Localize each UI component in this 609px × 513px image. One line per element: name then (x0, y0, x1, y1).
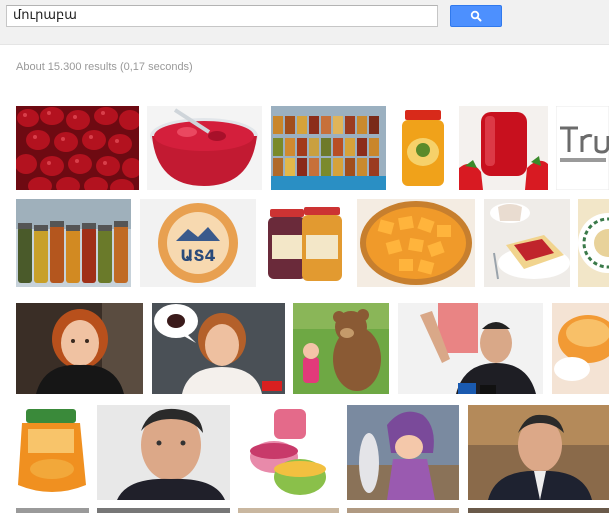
image-orange-circle-logo[interactable]: ԱՏ4 (140, 199, 256, 287)
image-jam-jar-label[interactable] (16, 405, 89, 500)
image-cherry-jam-bowl[interactable] (147, 106, 262, 190)
image-row5-c[interactable] (238, 508, 339, 513)
image-row5-a[interactable] (16, 508, 89, 513)
image-row5-d[interactable] (347, 508, 459, 513)
image-preserve-jars-outdoor[interactable] (16, 199, 131, 287)
image-man-in-suit[interactable] (468, 405, 609, 500)
image-jam-on-bread[interactable] (484, 199, 570, 287)
image-orange-dessert[interactable] (552, 303, 609, 394)
svg-text:ԱՏ4: ԱՏ4 (180, 246, 215, 265)
image-man-at-podium[interactable] (398, 303, 543, 394)
image-two-jar-containers[interactable] (238, 405, 339, 500)
image-masha-cartoon[interactable] (347, 405, 459, 500)
image-woman-red-hair[interactable] (16, 303, 143, 394)
image-patterned-plate[interactable] (578, 199, 609, 287)
image-row5-b[interactable] (97, 508, 230, 513)
image-row5-e[interactable] (468, 508, 609, 513)
image-masha-and-bear[interactable] (293, 303, 389, 394)
search-icon (470, 10, 482, 22)
image-apricot-jam-jar[interactable] (395, 106, 451, 190)
results-stats: About 15.300 results (0,17 seconds) (16, 61, 193, 73)
image-man-portrait[interactable] (97, 405, 230, 500)
search-input[interactable]: մուրաբա (6, 5, 438, 27)
image-jam-jars-shelf[interactable] (271, 106, 386, 190)
image-logo-partial[interactable] (556, 106, 609, 190)
image-two-jam-jars[interactable] (264, 199, 349, 287)
image-red-cherries[interactable] (16, 106, 139, 190)
search-button[interactable] (450, 5, 502, 27)
image-orange-cubes-bowl[interactable] (357, 199, 475, 287)
image-woman-speech-bubble[interactable] (152, 303, 285, 394)
top-bar: մուրաբա (0, 0, 609, 45)
image-strawberry-jam-jar[interactable] (459, 106, 548, 190)
